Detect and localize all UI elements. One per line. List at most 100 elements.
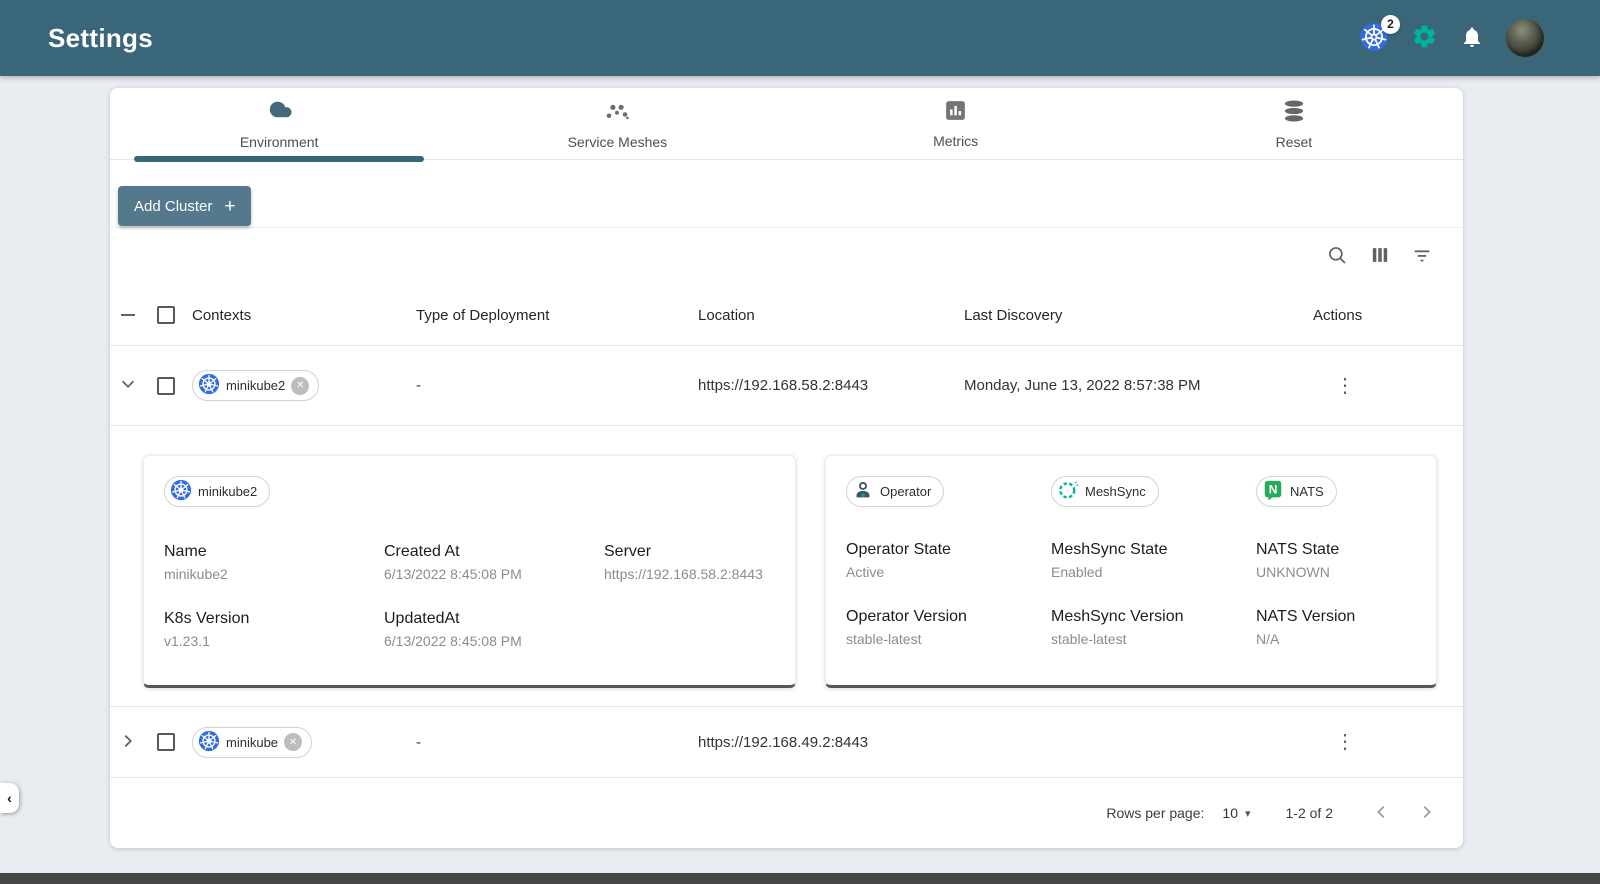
row-actions-menu[interactable]: ⋮	[1313, 731, 1361, 753]
context-chip-minikube2-detail[interactable]: minikube2	[164, 476, 271, 507]
context-chip-minikube[interactable]: minikube ✕	[192, 726, 313, 758]
meshsync-chip[interactable]: MeshSync	[1051, 476, 1159, 507]
field-label: NATS State	[1256, 541, 1340, 558]
row-actions-menu[interactable]: ⋮	[1313, 375, 1361, 397]
context-count-badge: 2	[1381, 14, 1400, 34]
field-label: Operator Version	[846, 608, 967, 625]
settings-panel: Environment Service Meshes Metrics Reset…	[110, 88, 1463, 848]
rows-per-page-label: Rows per page:	[1106, 805, 1205, 821]
dropdown-caret-icon: ▾	[1244, 807, 1251, 820]
kubernetes-contexts-button[interactable]: 2	[1359, 14, 1400, 55]
meshsync-chip-label: MeshSync	[1085, 484, 1146, 499]
tab-metrics-label: Metrics	[933, 133, 979, 149]
operator-chips: Operator MeshSync N NATS	[846, 476, 1416, 507]
field-value: Enabled	[1051, 564, 1103, 580]
view-columns-icon	[1369, 244, 1391, 269]
operator-chip[interactable]: Operator	[846, 476, 945, 507]
context-chip-label: minikube2	[226, 378, 286, 393]
svg-text:N: N	[1269, 482, 1278, 496]
field-value: https://192.168.58.2:8443	[604, 566, 763, 582]
field-label: MeshSync State	[1051, 541, 1168, 558]
field-meshsync-state: MeshSync State Enabled	[1051, 541, 1256, 580]
nats-chip[interactable]: N NATS	[1256, 476, 1337, 507]
cluster-fields: Name minikube2 Created At 6/13/2022 8:45…	[164, 543, 775, 649]
field-operator-state: Operator State Active	[846, 541, 1051, 580]
field-name: Name minikube2	[164, 543, 384, 582]
tab-reset[interactable]: Reset	[1125, 88, 1463, 159]
rows-per-page-select[interactable]: 10 ▾	[1222, 805, 1250, 821]
add-cluster-button[interactable]: Add Cluster +	[118, 186, 252, 226]
previous-page-button[interactable]	[1373, 803, 1391, 824]
avatar-image	[1506, 19, 1544, 57]
field-value: Active	[846, 564, 885, 580]
field-value: stable-latest	[846, 631, 922, 647]
field-label: Operator State	[846, 541, 951, 558]
tab-metrics[interactable]: Metrics	[787, 88, 1125, 159]
cluster-details-card: minikube2 Name minikube2 Created At 6/13…	[143, 455, 796, 688]
col-last-discovery: Last Discovery	[964, 306, 1063, 324]
chevron-right-icon	[119, 732, 137, 753]
close-icon[interactable]: ✕	[291, 376, 310, 395]
kubernetes-icon	[198, 373, 220, 398]
col-type-of-deployment: Type of Deployment	[416, 306, 550, 324]
row-type-value: -	[416, 377, 421, 394]
table-pagination: Rows per page: 10 ▾ 1-2 of 2	[110, 778, 1463, 848]
app-bar: Settings 2	[0, 0, 1600, 76]
field-label: Server	[604, 543, 652, 560]
gear-icon	[1411, 23, 1438, 53]
tab-environment-label: Environment	[239, 134, 319, 150]
chevron-down-icon	[119, 375, 137, 396]
rows-per-page-value: 10	[1222, 805, 1238, 821]
pagination-range: 1-2 of 2	[1285, 805, 1333, 821]
chevron-left-icon	[1373, 803, 1391, 824]
appbar-icons: 2	[1359, 14, 1544, 57]
field-label: K8s Version	[164, 610, 250, 627]
field-value: UNKNOWN	[1256, 564, 1330, 580]
col-location: Location	[698, 306, 755, 324]
context-chip-minikube2[interactable]: minikube2 ✕	[192, 370, 320, 401]
operator-fields: Operator State Active MeshSync State Ena…	[846, 541, 1416, 647]
close-icon[interactable]: ✕	[284, 733, 303, 751]
database-icon	[1281, 98, 1307, 129]
mesh-icon	[604, 98, 630, 129]
row-expander-collapsed[interactable]	[119, 732, 137, 753]
col-contexts: Contexts	[192, 306, 252, 324]
tab-service-meshes-label: Service Meshes	[567, 133, 668, 150]
kubernetes-icon	[170, 479, 192, 504]
nats-chip-label: NATS	[1290, 484, 1324, 499]
row-expanded-details: minikube2 Name minikube2 Created At 6/13…	[110, 426, 1463, 707]
plus-icon: +	[224, 195, 236, 217]
field-k8s-version: K8s Version v1.23.1	[164, 610, 384, 649]
next-page-button[interactable]	[1417, 803, 1435, 824]
field-created-at: Created At 6/13/2022 8:45:08 PM	[384, 543, 604, 582]
user-avatar[interactable]	[1506, 19, 1544, 57]
row-checkbox[interactable]	[157, 733, 175, 751]
context-chip-label: minikube	[226, 734, 279, 750]
context-chip-label: minikube2	[198, 484, 258, 499]
select-all-checkbox[interactable]	[157, 306, 175, 324]
sidebar-collapse-handle[interactable]: ‹	[0, 783, 19, 813]
page-title: Settings	[48, 22, 153, 53]
search-button[interactable]	[1326, 244, 1349, 270]
tab-service-meshes[interactable]: Service Meshes	[448, 88, 786, 159]
row-expander-expanded[interactable]	[119, 375, 137, 396]
field-meshsync-version: MeshSync Version stable-latest	[1051, 608, 1256, 647]
row-location-value: https://192.168.49.2:8443	[698, 733, 869, 751]
col-actions: Actions	[1313, 306, 1363, 324]
field-value: 6/13/2022 8:45:08 PM	[384, 633, 522, 649]
notifications-button[interactable]	[1460, 25, 1484, 52]
cloud-icon	[266, 97, 293, 129]
field-server: Server https://192.168.58.2:8443	[604, 543, 775, 582]
field-label: Created At	[384, 543, 460, 560]
chevron-right-icon	[1417, 803, 1435, 824]
field-label: MeshSync Version	[1051, 608, 1184, 625]
collapse-all-icon[interactable]	[121, 314, 135, 316]
view-columns-button[interactable]	[1369, 244, 1391, 269]
table-toolbar	[110, 228, 1463, 285]
filter-button[interactable]	[1411, 244, 1433, 269]
row-checkbox[interactable]	[157, 376, 175, 395]
field-value: 6/13/2022 8:45:08 PM	[384, 566, 522, 582]
row-type-value: -	[416, 733, 421, 751]
tab-environment[interactable]: Environment	[110, 88, 448, 162]
settings-gear-button[interactable]	[1411, 23, 1438, 53]
